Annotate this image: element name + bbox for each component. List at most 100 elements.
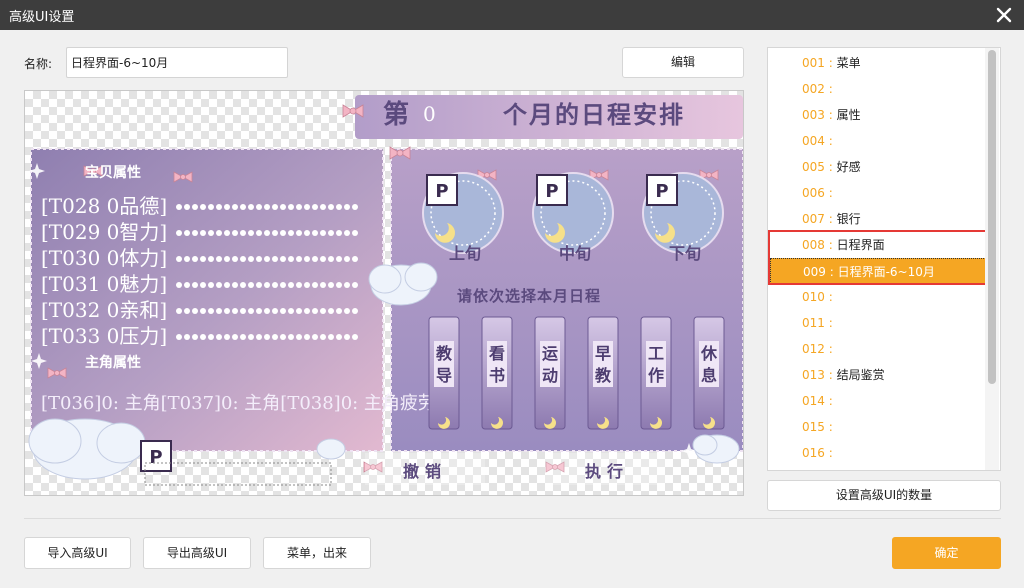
cloud-icon: [316, 438, 346, 460]
schedule-option-char: 工: [648, 344, 664, 363]
bow-icon: [342, 104, 364, 118]
ui-list-item[interactable]: 010 :: [770, 284, 986, 310]
schedule-option-char: 教: [595, 366, 612, 385]
ui-list-item-separator: :: [824, 56, 837, 70]
ui-list-item-number: 010: [802, 290, 825, 304]
export-ui-button[interactable]: 导出高级UI: [143, 537, 251, 569]
ui-list-item[interactable]: 002 :: [770, 76, 986, 102]
ui-list-item-separator: :: [824, 108, 837, 122]
ui-list-item-label: 属性: [836, 108, 861, 122]
svg-text:P: P: [149, 447, 162, 468]
import-ui-button[interactable]: 导入高级UI: [24, 537, 131, 569]
footer-divider: [24, 518, 1001, 519]
ui-list-item[interactable]: 001 : 菜单: [770, 50, 986, 76]
ui-list-item-separator: :: [824, 368, 837, 382]
ui-list-item-separator: :: [824, 394, 837, 408]
ui-list-item-separator: :: [824, 160, 837, 174]
schedule-option-button[interactable]: 工作: [640, 316, 672, 430]
ui-list-item-separator: :: [824, 212, 837, 226]
ok-button[interactable]: 确定: [892, 537, 1001, 569]
menu-button[interactable]: 菜单，出来: [263, 537, 371, 569]
schedule-option-button[interactable]: 运动: [534, 316, 566, 430]
ui-list-item-number: 007: [802, 212, 825, 226]
schedule-option-char: 运: [542, 344, 558, 363]
ui-list-item[interactable]: 013 : 结局鉴赏: [770, 362, 986, 388]
svg-text:P: P: [545, 181, 558, 202]
name-input[interactable]: 日程界面-6~10月: [66, 47, 288, 78]
attr-dots: [176, 230, 358, 236]
p-badge-icon: P: [536, 174, 568, 206]
ui-list-item-number: 014: [802, 394, 825, 408]
ui-list-item[interactable]: 005 : 好感: [770, 154, 986, 180]
ui-list-item[interactable]: 006 :: [770, 180, 986, 206]
attr-row: [T030 0体力]: [41, 246, 167, 270]
schedule-option-char: 教: [436, 344, 453, 363]
title-bar: 高级UI设置: [0, 0, 1024, 30]
execute-button[interactable]: 执行: [585, 462, 629, 481]
hero-attr-line: [T036]0: 主角[T037]0: 主角[T038]0: 主角疲劳: [41, 393, 436, 414]
set-ui-count-button[interactable]: 设置高级UI的数量: [767, 480, 1001, 511]
ui-list-item-number: 006: [802, 186, 825, 200]
ui-list-item-number: 001: [802, 56, 825, 70]
ui-list-item-number: 004: [802, 134, 825, 148]
name-label: 名称:: [24, 57, 53, 71]
close-icon[interactable]: [992, 3, 1016, 27]
attr-row: [T032 0亲和]: [41, 298, 167, 322]
attr-dots: [176, 334, 358, 340]
attr-dots: [176, 256, 358, 262]
ui-list-item-number: 003: [802, 108, 825, 122]
window-title: 高级UI设置: [9, 10, 75, 25]
svg-text:P: P: [655, 181, 668, 202]
schedule-option-button[interactable]: 教导: [428, 316, 460, 430]
attr-row: [T031 0魅力]: [41, 272, 167, 296]
cloud-icon: [28, 418, 146, 480]
schedule-option-button[interactable]: 早教: [587, 316, 619, 430]
attr-row: [T028 0品德]: [41, 194, 167, 218]
ui-list-item-label: 银行: [836, 212, 861, 226]
ui-list-item[interactable]: 007 : 银行: [770, 206, 986, 232]
ui-list-item-separator: :: [824, 290, 837, 304]
period-label: 中旬: [559, 244, 591, 263]
schedule-option-char: 动: [542, 366, 558, 385]
ui-list-item-number: 005: [802, 160, 825, 174]
p-badge-icon: P: [426, 174, 458, 206]
ui-list-item[interactable]: 011 :: [770, 310, 986, 336]
edit-button[interactable]: 编辑: [622, 47, 744, 78]
ui-list-item-number: 012: [802, 342, 825, 356]
undo-button[interactable]: 撤销: [403, 462, 447, 481]
schedule-option-button[interactable]: 休息: [693, 316, 725, 430]
ui-list-item-label: 菜单: [836, 56, 861, 70]
ui-list-item-number: 013: [802, 368, 825, 382]
period-label: 下旬: [669, 244, 701, 263]
list-scrollbar[interactable]: [985, 48, 999, 470]
scrollbar-thumb[interactable]: [988, 50, 996, 384]
banner-month-number: 0: [423, 102, 436, 126]
banner-prefix: 第: [383, 99, 409, 130]
schedule-option-button[interactable]: 看书: [481, 316, 513, 430]
svg-text:P: P: [435, 181, 448, 202]
ui-list-item-number: 015: [802, 420, 825, 434]
ui-list-item[interactable]: 015 :: [770, 414, 986, 440]
attr-dots: [176, 308, 358, 314]
period-label: 上旬: [449, 244, 481, 263]
banner-suffix: 个月的日程安排: [503, 101, 685, 129]
attr-row: [T033 0压力]: [41, 324, 167, 348]
schedule-option-char: 导: [436, 366, 452, 385]
schedule-option-char: 看: [488, 344, 505, 363]
ui-preview-canvas: 第 0 个月的日程安排 宝贝属性 [T028 0品德] [T029 0智力] [T0…: [24, 90, 744, 496]
ui-list-item-separator: :: [824, 134, 837, 148]
ui-list-item[interactable]: 016 :: [770, 440, 986, 466]
ui-list-item-number: 002: [802, 82, 825, 96]
ui-list-item-separator: :: [824, 316, 837, 330]
schedule-option-char: 书: [489, 366, 505, 385]
ui-list-item[interactable]: 004 :: [770, 128, 986, 154]
schedule-prompt: 请依次选择本月日程: [457, 287, 601, 305]
ui-list-item[interactable]: 014 :: [770, 388, 986, 414]
schedule-option-char: 早: [595, 344, 611, 363]
hero-attr-title: 主角属性: [85, 354, 141, 371]
ui-list-item-separator: :: [824, 186, 837, 200]
ui-list-item[interactable]: 003 : 属性: [770, 102, 986, 128]
p-badge-icon: P: [646, 174, 678, 206]
ui-list-item[interactable]: 012 :: [770, 336, 986, 362]
selection-highlight-box: [768, 230, 990, 285]
